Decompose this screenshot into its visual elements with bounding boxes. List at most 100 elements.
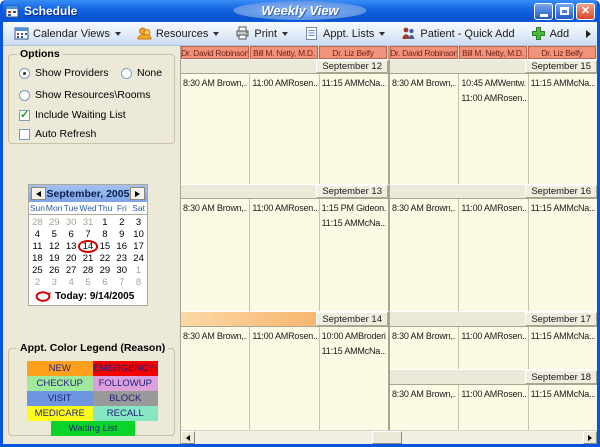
calendar-date[interactable]: 1 bbox=[130, 265, 147, 276]
calendar-date[interactable]: 31 bbox=[80, 217, 97, 228]
appointment-entry[interactable]: 11:15 AMMcNa... bbox=[322, 216, 386, 231]
calendar-date[interactable]: 11 bbox=[29, 241, 46, 252]
calendar-date[interactable]: 9 bbox=[113, 229, 130, 240]
appointment-entry[interactable]: 8:30 AM Brown,... bbox=[183, 201, 247, 216]
appointment-entry[interactable]: 8:30 AM Brown,... bbox=[392, 76, 456, 91]
day-provider-cell[interactable]: 8:30 AM Brown,... bbox=[181, 74, 250, 184]
day-provider-cell[interactable]: 11:00 AMRosen... bbox=[459, 385, 528, 430]
include-waiting-list-checkbox[interactable]: Include Waiting List bbox=[19, 109, 126, 121]
appointment-entry[interactable]: 11:15 AMMcNa... bbox=[322, 344, 386, 359]
provider-column-header[interactable]: Bill M. Netty, M.D. bbox=[250, 46, 318, 59]
calendar-next-month-button[interactable] bbox=[130, 187, 145, 200]
appointment-entry[interactable]: 11:15 AMMcNa... bbox=[322, 76, 386, 91]
calendar-date[interactable]: 16 bbox=[113, 241, 130, 252]
patient-quick-add-button[interactable]: Patient - Quick Add bbox=[394, 24, 521, 44]
calendar-date[interactable]: 6 bbox=[63, 229, 80, 240]
calendar-date[interactable]: 3 bbox=[46, 277, 63, 288]
calendar-date[interactable]: 10 bbox=[130, 229, 147, 240]
day-provider-cell[interactable]: 11:00 AMRosen... bbox=[250, 327, 319, 430]
day-provider-cell[interactable]: 11:15 AMMcNa... bbox=[320, 74, 388, 184]
calendar-date[interactable]: 24 bbox=[130, 253, 147, 264]
none-radio[interactable]: None bbox=[121, 67, 162, 79]
maximize-button[interactable] bbox=[555, 3, 574, 20]
scrollbar-thumb[interactable] bbox=[372, 431, 402, 444]
calendar-date[interactable]: 30 bbox=[63, 217, 80, 228]
day-provider-cell[interactable]: 11:00 AMRosen... bbox=[459, 327, 528, 369]
calendar-date[interactable]: 18 bbox=[29, 253, 46, 264]
appointment-entry[interactable]: 10:45 AMWentw... bbox=[461, 76, 525, 91]
appointment-entry[interactable]: 11:00 AMRosen... bbox=[252, 76, 316, 91]
day-provider-cell[interactable]: 11:00 AMRosen... bbox=[459, 199, 528, 311]
appointment-entry[interactable]: 8:30 AM Brown,... bbox=[183, 329, 247, 344]
calendar-date[interactable]: 29 bbox=[96, 265, 113, 276]
show-resources-radio[interactable]: Show Resources\Rooms bbox=[19, 89, 151, 101]
scroll-left-button[interactable] bbox=[181, 431, 195, 444]
provider-column-header[interactable]: Dr. David Robinson bbox=[390, 46, 458, 59]
calendar-date[interactable]: 5 bbox=[46, 229, 63, 240]
print-button[interactable]: Print bbox=[228, 24, 295, 44]
appointment-entry[interactable]: 11:00 AMRosen... bbox=[461, 387, 525, 402]
resources-button[interactable]: Resources bbox=[130, 24, 227, 44]
calendar-date[interactable]: 4 bbox=[29, 229, 46, 240]
provider-column-header[interactable]: Dr. David Robinson bbox=[181, 46, 249, 59]
calendar-date[interactable]: 2 bbox=[113, 217, 130, 228]
show-providers-radio[interactable]: Show Providers bbox=[19, 67, 109, 79]
provider-column-header[interactable]: Dr. Liz Belfy bbox=[528, 46, 596, 59]
calendar-today-row[interactable]: Today: 9/14/2005 bbox=[29, 289, 147, 305]
appointment-entry[interactable]: 11:15 AMMcNa... bbox=[531, 329, 595, 344]
appointment-entry[interactable]: 10:00 AMBroderi... bbox=[322, 329, 386, 344]
calendar-date[interactable]: 23 bbox=[113, 253, 130, 264]
day-provider-cell[interactable]: 1:15 PM Gideon... 11:15 AMMcNa... bbox=[320, 199, 388, 311]
appointment-entry[interactable]: 11:00 AMRosen... bbox=[252, 329, 316, 344]
calendar-date[interactable]: 20 bbox=[63, 253, 80, 264]
calendar-date[interactable]: 12 bbox=[46, 241, 63, 252]
calendar-date[interactable]: 30 bbox=[113, 265, 130, 276]
calendar-date[interactable]: 25 bbox=[29, 265, 46, 276]
calendar-date[interactable]: 28 bbox=[80, 265, 97, 276]
minimize-button[interactable] bbox=[534, 3, 553, 20]
appointment-entry[interactable]: 11:00 AMRosen... bbox=[461, 201, 525, 216]
day-provider-cell[interactable]: 10:45 AMWentw... 11:00 AMRosen... bbox=[459, 74, 528, 184]
day-provider-cell[interactable]: 11:00 AMRosen... bbox=[250, 199, 319, 311]
calendar-date[interactable]: 4 bbox=[63, 277, 80, 288]
appointment-entry[interactable]: 8:30 AM Brown,... bbox=[183, 76, 247, 91]
calendar-date[interactable]: 2 bbox=[29, 277, 46, 288]
day-provider-cell[interactable]: 11:15 AMMcNa... bbox=[529, 74, 597, 184]
calendar-date[interactable]: 3 bbox=[130, 217, 147, 228]
day-provider-cell[interactable]: 11:00 AMRosen... bbox=[250, 74, 319, 184]
calendar-date-today[interactable]: 14 bbox=[80, 241, 97, 252]
appt-lists-button[interactable]: Appt. Lists bbox=[297, 24, 392, 44]
day-provider-cell[interactable]: 8:30 AM Brown,... bbox=[390, 327, 459, 369]
calendar-date[interactable]: 8 bbox=[96, 229, 113, 240]
calendar-date[interactable]: 7 bbox=[113, 277, 130, 288]
calendar-date[interactable]: 1 bbox=[96, 217, 113, 228]
calendar-date[interactable]: 22 bbox=[96, 253, 113, 264]
appointment-entry[interactable]: 11:00 AMRosen... bbox=[252, 201, 316, 216]
close-button[interactable]: ✕ bbox=[576, 3, 595, 20]
day-provider-cell[interactable]: 10:00 AMBroderi... 11:15 AMMcNa... bbox=[320, 327, 388, 430]
calendar-date[interactable]: 8 bbox=[130, 277, 147, 288]
provider-column-header[interactable]: Bill M. Netty, M.D. bbox=[459, 46, 527, 59]
day-provider-cell[interactable]: 11:15 AMMcNa... bbox=[529, 385, 597, 430]
calendar-date[interactable]: 7 bbox=[80, 229, 97, 240]
auto-refresh-checkbox[interactable]: Auto Refresh bbox=[19, 128, 96, 140]
calendar-date[interactable]: 6 bbox=[96, 277, 113, 288]
calendar-date[interactable]: 15 bbox=[96, 241, 113, 252]
appointment-entry[interactable]: 11:15 AMMcNa... bbox=[531, 201, 595, 216]
day-provider-cell[interactable]: 11:15 AMMcNa... bbox=[529, 199, 597, 311]
appointment-entry[interactable]: 8:30 AM Brown,... bbox=[392, 201, 456, 216]
appointment-entry[interactable]: 8:30 AM Brown,... bbox=[392, 387, 456, 402]
toolbar-overflow-arrow-icon[interactable] bbox=[586, 30, 591, 38]
day-provider-cell[interactable]: 8:30 AM Brown,... bbox=[390, 74, 459, 184]
calendar-views-button[interactable]: Calendar Views bbox=[7, 24, 128, 44]
calendar-prev-month-button[interactable] bbox=[31, 187, 46, 200]
day-provider-cell[interactable]: 8:30 AM Brown,... bbox=[390, 199, 459, 311]
day-provider-cell[interactable]: 8:30 AM Brown,... bbox=[390, 385, 459, 430]
calendar-date[interactable]: 21 bbox=[80, 253, 97, 264]
scroll-right-button[interactable] bbox=[583, 431, 597, 444]
appointment-entry[interactable]: 11:15 AMMcNa... bbox=[531, 387, 595, 402]
appointment-entry[interactable]: 11:15 AMMcNa... bbox=[531, 76, 595, 91]
day-provider-cell[interactable]: 11:15 AMMcNa... bbox=[529, 327, 597, 369]
calendar-date[interactable]: 26 bbox=[46, 265, 63, 276]
day-provider-cell[interactable]: 8:30 AM Brown,... bbox=[181, 199, 250, 311]
